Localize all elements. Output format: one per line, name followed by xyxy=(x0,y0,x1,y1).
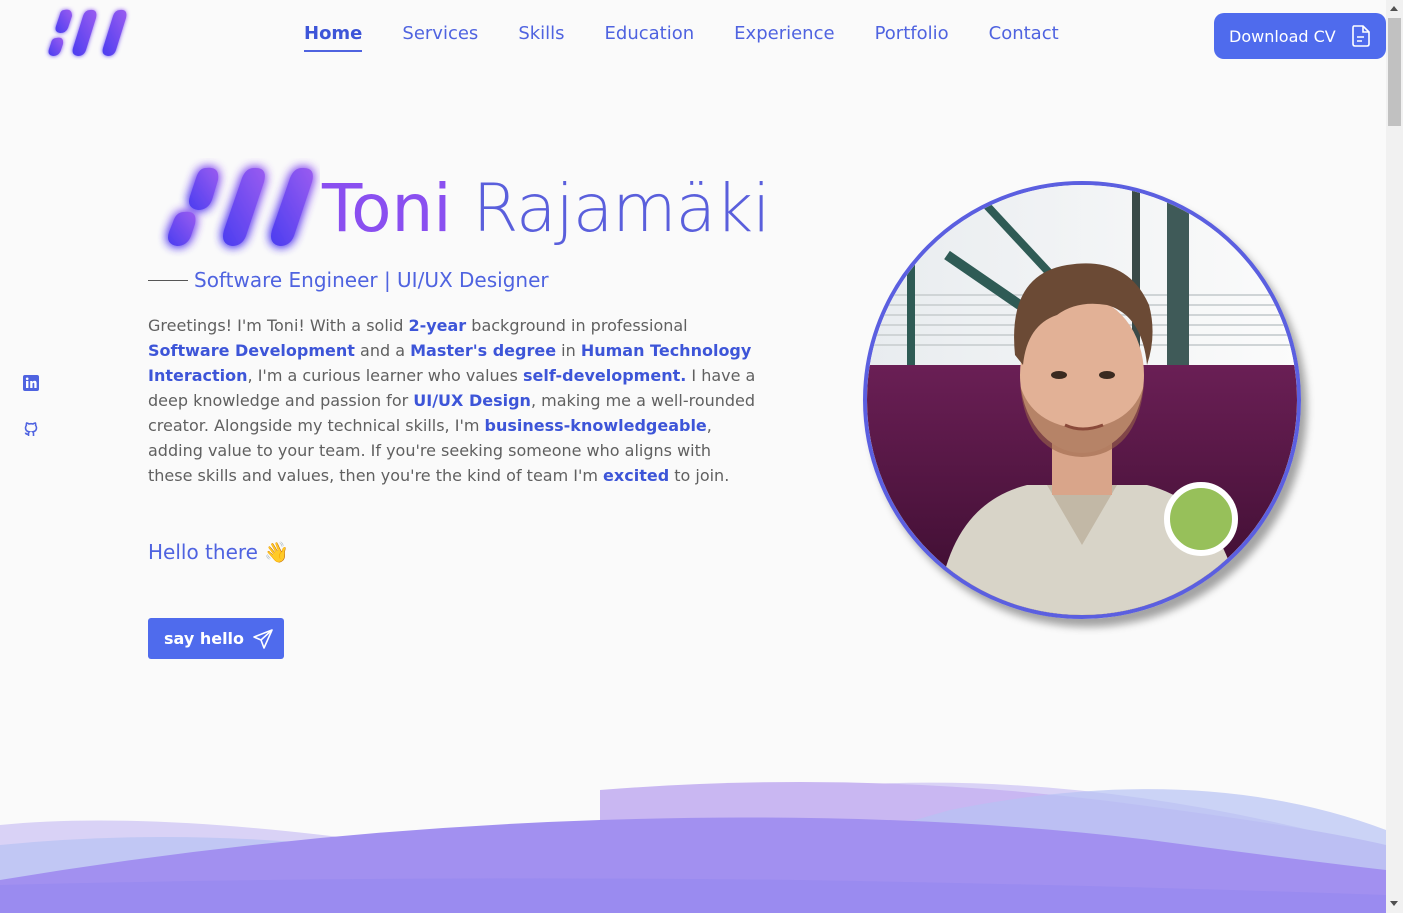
site-header: Home Services Skills Education Experienc… xyxy=(0,0,1386,72)
last-name: Rajamäki xyxy=(472,170,771,247)
hello-text: Hello there 👋 xyxy=(148,540,290,564)
subtitle-text: Software Engineer | UI/UX Designer xyxy=(194,268,549,292)
bio-highlight: excited xyxy=(603,466,670,485)
nav-item-education[interactable]: Education xyxy=(605,23,695,52)
hero-name: Toni Rajamäki xyxy=(322,164,771,254)
bio-text: to join. xyxy=(669,466,730,485)
bio-highlight: UI/UX Design xyxy=(413,391,531,410)
scrollbar-thumb[interactable] xyxy=(1388,18,1401,126)
bio-highlight: business-knowledgeable xyxy=(484,416,707,435)
send-icon xyxy=(253,628,273,649)
page-scrollbar[interactable] xyxy=(1386,0,1403,913)
bio-text: in xyxy=(556,341,581,360)
say-hello-label: say hello xyxy=(164,629,245,648)
download-cv-label: Download CV xyxy=(1229,26,1336,46)
nav-item-experience[interactable]: Experience xyxy=(734,23,834,52)
first-name: Toni xyxy=(322,170,452,247)
profile-photo xyxy=(863,181,1301,619)
linkedin-icon[interactable] xyxy=(22,374,40,392)
hero-bio: Greetings! I'm Toni! With a solid 2-year… xyxy=(148,313,758,488)
nav-item-skills[interactable]: Skills xyxy=(518,23,564,52)
bio-highlight: 2-year xyxy=(408,316,467,335)
scroll-down-arrow-icon[interactable] xyxy=(1390,901,1398,906)
decorative-waves xyxy=(0,782,1386,913)
logo-icon[interactable] xyxy=(44,6,136,60)
document-icon xyxy=(1352,25,1370,47)
download-cv-button[interactable]: Download CV xyxy=(1214,13,1386,59)
nav-item-contact[interactable]: Contact xyxy=(989,23,1059,52)
scroll-up-arrow-icon[interactable] xyxy=(1390,6,1398,11)
hero-subtitle: Software Engineer | UI/UX Designer xyxy=(148,268,549,292)
bio-highlight: Software Development xyxy=(148,341,355,360)
profile-photo-image xyxy=(867,185,1297,615)
bio-text: Greetings! I'm Toni! With a solid xyxy=(148,316,409,335)
social-links xyxy=(22,374,40,466)
main-nav: Home Services Skills Education Experienc… xyxy=(304,23,1099,52)
bio-text: , I'm a curious learner who values xyxy=(247,366,523,385)
bio-text: and a xyxy=(354,341,411,360)
nav-item-portfolio[interactable]: Portfolio xyxy=(875,23,949,52)
bio-highlight: Master's degree xyxy=(410,341,557,360)
github-icon[interactable] xyxy=(22,420,40,438)
bio-highlight: self-development. xyxy=(522,366,687,385)
nav-item-services[interactable]: Services xyxy=(402,23,478,52)
subtitle-divider xyxy=(148,279,188,281)
hero-logo-icon xyxy=(168,167,313,246)
nav-item-home[interactable]: Home xyxy=(304,23,363,52)
bio-text: background in professional xyxy=(466,316,688,335)
say-hello-button[interactable]: say hello xyxy=(148,618,284,659)
status-indicator xyxy=(1164,482,1238,556)
